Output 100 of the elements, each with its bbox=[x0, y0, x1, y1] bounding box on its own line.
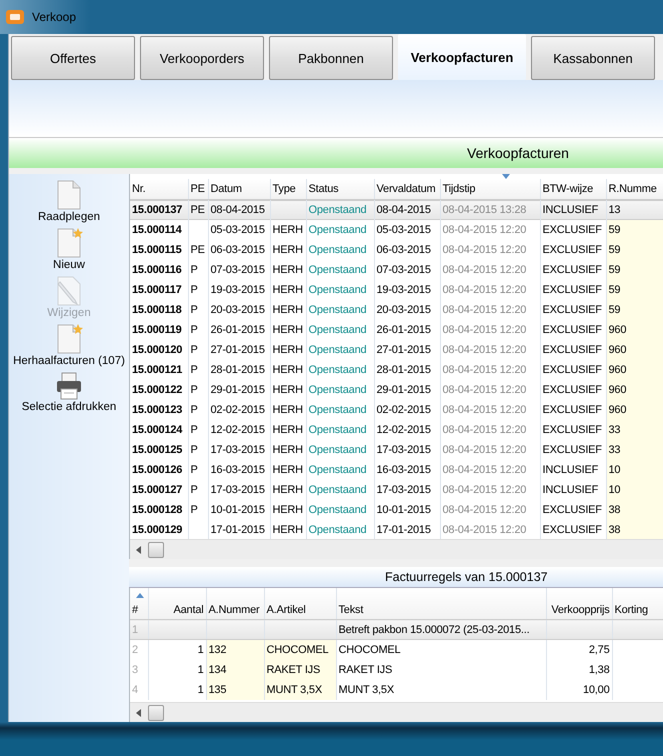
table-cell: 15.000137 bbox=[132, 204, 182, 216]
table-row[interactable]: 15.000120 P 27-01-2015 HERH Openstaand 27-01-2015 08-04-2015 12:20 EXCLUSIEF 960 bbox=[130, 340, 663, 360]
table-cell: 08-04-2015 12:20 bbox=[442, 344, 526, 356]
table-cell: 08-04-2015 12:20 bbox=[442, 304, 526, 316]
table-cell: MUNT 3,5X bbox=[266, 684, 322, 696]
column-header[interactable]: Status bbox=[306, 179, 374, 200]
table-row[interactable]: 15.000123 P 02-02-2015 HERH Openstaand 02-02-2015 08-04-2015 12:20 EXCLUSIEF 960 bbox=[130, 400, 663, 420]
column-header[interactable]: Verkoopprijs bbox=[546, 588, 612, 620]
table-cell: Openstaand bbox=[308, 344, 366, 356]
sidebar-action[interactable]: Herhaalfacturen (107) bbox=[13, 322, 125, 369]
table-cell: HERH bbox=[272, 484, 303, 496]
table-cell: Openstaand bbox=[308, 244, 366, 256]
column-header[interactable]: Type bbox=[270, 179, 306, 200]
table-cell: 10 bbox=[608, 464, 620, 476]
table-cell: 08-04-2015 12:20 bbox=[442, 484, 526, 496]
table-cell: EXCLUSIEF bbox=[542, 304, 602, 316]
table-cell: Openstaand bbox=[308, 284, 366, 296]
window-title: Verkoop bbox=[32, 10, 76, 24]
table-cell: P bbox=[190, 384, 198, 396]
table-cell: 1 bbox=[132, 624, 138, 636]
table-cell: 15.000115 bbox=[132, 244, 182, 256]
table-row[interactable]: 15.000119 P 26-01-2015 HERH Openstaand 26-01-2015 08-04-2015 12:20 EXCLUSIEF 960 bbox=[130, 320, 663, 340]
tab[interactable]: Verkoopfacturen bbox=[398, 34, 526, 80]
table-cell: 15.000119 bbox=[132, 324, 182, 336]
column-header[interactable]: Korting bbox=[612, 588, 663, 620]
section-title: Verkoopfacturen bbox=[467, 145, 569, 161]
scroll-left-icon[interactable] bbox=[135, 708, 143, 716]
column-header[interactable]: A.Nummer bbox=[206, 588, 264, 620]
table-cell: 1 bbox=[198, 644, 204, 656]
column-header[interactable]: BTW-wijze bbox=[540, 179, 606, 200]
table-cell: 07-03-2015 bbox=[210, 264, 265, 276]
table-cell: EXCLUSIEF bbox=[542, 384, 602, 396]
new-document-icon bbox=[55, 228, 83, 258]
column-header[interactable]: Nr. bbox=[130, 179, 188, 200]
column-header[interactable]: Tijdstip bbox=[440, 179, 540, 200]
table-cell: 19-03-2015 bbox=[210, 284, 265, 296]
table-row[interactable]: 15.000122 P 29-01-2015 HERH Openstaand 29-01-2015 08-04-2015 12:20 EXCLUSIEF 960 bbox=[130, 380, 663, 400]
column-header[interactable]: Vervaldatum bbox=[374, 179, 440, 200]
horizontal-scrollbar[interactable] bbox=[130, 702, 663, 722]
table-cell: HERH bbox=[272, 344, 303, 356]
table-cell: 29-01-2015 bbox=[376, 384, 431, 396]
scroll-thumb[interactable] bbox=[148, 704, 164, 720]
table-cell: EXCLUSIEF bbox=[542, 264, 602, 276]
table-row[interactable]: 15.000121 P 28-01-2015 HERH Openstaand 28-01-2015 08-04-2015 12:20 EXCLUSIEF 960 bbox=[130, 360, 663, 380]
column-header[interactable]: R.Numme bbox=[606, 179, 663, 200]
table-cell: 59 bbox=[608, 244, 620, 256]
column-header[interactable]: # bbox=[130, 588, 148, 620]
table-row[interactable]: 15.000116 P 07-03-2015 HERH Openstaand 07-03-2015 08-04-2015 12:20 EXCLUSIEF 59 bbox=[130, 260, 663, 280]
table-cell: 15.000114 bbox=[132, 224, 182, 236]
scroll-thumb[interactable] bbox=[148, 542, 164, 558]
table-cell: EXCLUSIEF bbox=[542, 364, 602, 376]
table-row[interactable]: 15.000126 P 16-03-2015 HERH Openstaand 16-03-2015 08-04-2015 12:20 INCLUSIEF 10 bbox=[130, 460, 663, 480]
tab[interactable]: Pakbonnen bbox=[269, 36, 393, 80]
table-row[interactable]: 15.000118 P 20-03-2015 HERH Openstaand 20-03-2015 08-04-2015 12:20 EXCLUSIEF 59 bbox=[130, 300, 663, 320]
table-cell: HERH bbox=[272, 424, 303, 436]
tab[interactable]: Offertes bbox=[11, 36, 135, 80]
table-row[interactable]: 15.000128 P 10-01-2015 HERH Openstaand 10-01-2015 08-04-2015 12:20 EXCLUSIEF 38 bbox=[130, 500, 663, 520]
table-cell: 1 bbox=[198, 684, 204, 696]
table-cell: 15.000122 bbox=[132, 384, 182, 396]
table-cell: HERH bbox=[272, 524, 303, 536]
new-document-icon bbox=[55, 324, 83, 354]
table-cell: Openstaand bbox=[308, 264, 366, 276]
table-cell: 15.000128 bbox=[132, 504, 182, 516]
table-row[interactable]: 15.000117 P 19-03-2015 HERH Openstaand 19-03-2015 08-04-2015 12:20 EXCLUSIEF 59 bbox=[130, 280, 663, 300]
table-cell: Openstaand bbox=[308, 444, 366, 456]
table-cell: 17-03-2015 bbox=[376, 484, 431, 496]
table-cell: P bbox=[190, 364, 198, 376]
sidebar-action[interactable]: Raadplegen bbox=[38, 178, 100, 225]
tab[interactable]: Kassabonnen bbox=[531, 36, 655, 80]
table-row[interactable]: 15.000124 P 12-02-2015 HERH Openstaand 12-02-2015 08-04-2015 12:20 EXCLUSIEF 33 bbox=[130, 420, 663, 440]
sidebar-action[interactable]: Selectie afdrukken bbox=[22, 370, 116, 415]
column-header[interactable]: Tekst bbox=[336, 588, 546, 620]
table-cell: 59 bbox=[608, 284, 620, 296]
column-header[interactable]: A.Artikel bbox=[264, 588, 336, 620]
column-header[interactable]: Datum bbox=[208, 179, 270, 200]
scroll-left-icon[interactable] bbox=[135, 546, 143, 554]
table-cell: Openstaand bbox=[308, 364, 366, 376]
column-header[interactable]: PE bbox=[188, 179, 208, 200]
table-cell: 15.000121 bbox=[132, 364, 182, 376]
table-cell: 20-03-2015 bbox=[210, 304, 265, 316]
table-row[interactable]: 15.000127 P 17-03-2015 HERH Openstaand 17-03-2015 08-04-2015 12:20 INCLUSIEF 10 bbox=[130, 480, 663, 500]
table-cell: 08-04-2015 12:20 bbox=[442, 284, 526, 296]
table-cell: Betreft pakbon 15.000072 (25-03-2015... bbox=[338, 624, 530, 636]
table-cell: 59 bbox=[608, 264, 620, 276]
table-cell: 28-01-2015 bbox=[210, 364, 265, 376]
table-cell: 05-03-2015 bbox=[210, 224, 265, 236]
table-cell: 960 bbox=[608, 404, 626, 416]
tab[interactable]: Verkooporders bbox=[140, 36, 264, 80]
table-cell: P bbox=[190, 284, 198, 296]
table-cell: 2 bbox=[132, 644, 138, 656]
table-row[interactable]: 15.000125 P 17-03-2015 HERH Openstaand 17-03-2015 08-04-2015 12:20 EXCLUSIEF 33 bbox=[130, 440, 663, 460]
table-cell: 17-03-2015 bbox=[210, 444, 265, 456]
sidebar-action[interactable]: Nieuw bbox=[53, 226, 85, 273]
table-cell: P bbox=[190, 404, 198, 416]
column-header[interactable]: Aantal bbox=[148, 588, 206, 620]
table-row[interactable]: 15.000115 PE 06-03-2015 HERH Openstaand 06-03-2015 08-04-2015 12:20 EXCLUSIEF 59 bbox=[130, 240, 663, 260]
table-row[interactable]: 15.000137 PE 08-04-2015 Openstaand 08-04-2015 08-04-2015 13:28 INCLUSIEF 13 bbox=[130, 200, 663, 220]
table-row[interactable]: 15.000114 05-03-2015 HERH Openstaand 05-03-2015 08-04-2015 12:20 EXCLUSIEF 59 bbox=[130, 220, 663, 240]
table-cell: 08-04-2015 12:20 bbox=[442, 224, 526, 236]
horizontal-scrollbar[interactable] bbox=[130, 539, 663, 559]
